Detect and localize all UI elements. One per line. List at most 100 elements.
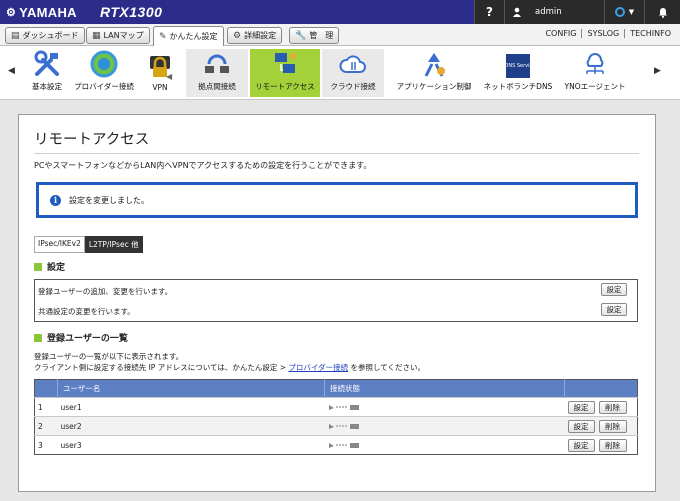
menu-provider-connection[interactable]: プロバイダー接続: [72, 49, 136, 97]
tab-label: かんたん設定: [169, 32, 218, 41]
settings-heading-text: 設定: [47, 263, 66, 273]
settings-row-users: 登録ユーザーの追加、変更を行います。: [38, 287, 173, 296]
users-heading-text: 登録ユーザーの一覧: [47, 334, 128, 344]
row-number: 3: [34, 435, 58, 455]
row-actions: 設定 削除: [564, 435, 638, 455]
help-button[interactable]: ?: [474, 0, 504, 24]
remote-access-icon: [275, 53, 296, 73]
row-number: 2: [34, 416, 58, 436]
menu-netvolante-dns[interactable]: DDNS Service ネットボランチDNS: [482, 49, 554, 97]
dashboard-icon: ▤: [11, 30, 20, 41]
subtab-l2tp-ipsec[interactable]: L2TP/IPsec 他: [84, 236, 143, 253]
config-link[interactable]: CONFIG: [540, 29, 581, 38]
users-desc-line-2: クライアント側に設定する接続先 IP アドレスについては、かんたん設定 > プロ…: [34, 362, 425, 373]
menu-label: クラウド接続: [330, 82, 376, 91]
chevron-down-icon: ▼: [628, 8, 635, 16]
gear-icon: ⚙: [233, 30, 242, 41]
common-settings-button[interactable]: 設定: [601, 303, 627, 316]
menu-label: 基本設定: [32, 82, 62, 91]
globe-icon: [90, 50, 118, 78]
tab-management[interactable]: 🔧 管 理: [289, 27, 340, 44]
disconnected-status-icon: [328, 441, 565, 449]
table-row: 3 user3 設定 削除: [34, 435, 638, 455]
table-header-row: ユーザー名 接続状態: [34, 379, 638, 398]
edit-user-button[interactable]: 設定: [567, 401, 595, 414]
users-heading: 登録ユーザーの一覧: [34, 331, 128, 344]
top-right-controls: ? admin ▼: [474, 0, 680, 24]
yamaha-forks-icon: ⚙: [6, 6, 17, 19]
tab-label: 詳細設定: [244, 31, 277, 40]
yno-agent-icon: [586, 53, 604, 74]
users-description: 登録ユーザーの一覧が以下に表示されます。 クライアント側に設定する接続先 IP …: [34, 351, 425, 373]
model-name: RTX1300: [100, 4, 163, 20]
settings-box: 登録ユーザーの追加、変更を行います。 設定 共通設定の変更を行います。 設定: [34, 279, 638, 322]
status-menu[interactable]: ▼: [604, 0, 644, 24]
disconnected-status-icon: [328, 422, 565, 430]
protocol-tabs: IPsec/IKEv2 L2TP/IPsec 他: [34, 236, 143, 253]
tab-advanced-settings[interactable]: ⚙ 詳細設定: [227, 27, 283, 44]
tab-lan-map[interactable]: ▦ LANマップ: [86, 27, 150, 44]
section-marker: [34, 333, 42, 342]
notice-text: 設定を変更しました。: [69, 195, 149, 205]
users-desc-line-1: 登録ユーザーの一覧が以下に表示されます。: [34, 352, 184, 361]
brand-name: YAMAHA: [19, 4, 77, 20]
page-description: PCやスマートフォンなどからLAN内へVPNでアクセスするための設定を行うことが…: [34, 161, 372, 170]
menu-label: リモートアクセス: [255, 82, 315, 91]
help-icon: ?: [486, 5, 493, 19]
menu-basic-settings[interactable]: 基本設定: [26, 49, 68, 97]
menu-remote-access[interactable]: リモートアクセス: [250, 49, 320, 97]
row-connection-status: [324, 416, 565, 436]
app-control-icon: [424, 53, 445, 77]
page-title: リモートアクセス: [34, 132, 150, 148]
row-actions: 設定 削除: [564, 416, 638, 436]
menu-application-control[interactable]: アプリケーション制御: [394, 49, 474, 97]
ddns-icon: DDNS Service: [501, 54, 535, 78]
feature-icon-bar: ◀ 基本設定 プロバイダー接続 VPN ◀ 拠点間接続 リモートアクセス クラウ…: [0, 46, 680, 100]
column-header-status: 接続状態: [324, 379, 565, 398]
provider-connection-link[interactable]: プロバイダー接続: [288, 363, 348, 372]
syslog-link[interactable]: SYSLOG: [581, 29, 624, 38]
edit-user-button[interactable]: 設定: [567, 439, 595, 452]
table-row: 1 user1 設定 削除: [34, 397, 638, 417]
menu-yno-agent[interactable]: YNOエージェント: [562, 49, 628, 97]
menu-label: ネットボランチDNS: [483, 82, 553, 91]
row-username: user1: [57, 397, 325, 417]
row-connection-status: [324, 397, 565, 417]
menu-cloud-connection[interactable]: クラウド接続: [322, 49, 384, 97]
user-menu[interactable]: admin: [504, 0, 604, 24]
user-settings-button[interactable]: 設定: [601, 283, 627, 296]
tab-easy-setup[interactable]: ✎ かんたん設定: [153, 26, 224, 46]
column-header-actions: [564, 379, 638, 398]
column-header-number: [34, 379, 58, 398]
collapse-arrow-icon: ◀: [166, 72, 173, 81]
menu-label: 拠点間接続: [198, 82, 236, 91]
row-username: user2: [57, 416, 325, 436]
subtab-ipsec-ikev2[interactable]: IPsec/IKEv2: [34, 236, 85, 253]
bell-icon: [658, 7, 667, 18]
row-connection-status: [324, 435, 565, 455]
info-icon: i: [50, 194, 61, 206]
delete-user-button[interactable]: 削除: [598, 439, 627, 452]
wrench-icon: 🔧: [295, 30, 307, 41]
menu-site-to-site[interactable]: 拠点間接続: [186, 49, 248, 97]
main-panel: リモートアクセス PCやスマートフォンなどからLAN内へVPNでアクセスするため…: [18, 114, 656, 492]
techinfo-link[interactable]: TECHINFO: [624, 29, 676, 38]
delete-user-button[interactable]: 削除: [598, 420, 627, 433]
scroll-right-icon[interactable]: ▶: [654, 66, 661, 76]
section-marker: [34, 262, 42, 271]
username: admin: [535, 7, 562, 17]
menu-vpn[interactable]: VPN: [140, 49, 180, 97]
users-desc-text: クライアント側に設定する接続先 IP アドレスについては、かんたん設定 >: [34, 363, 289, 372]
menu-label: アプリケーション制御: [396, 82, 472, 91]
delete-user-button[interactable]: 削除: [598, 401, 627, 414]
top-bar: ⚙ YAMAHA RTX1300 ? admin ▼: [0, 0, 680, 24]
edit-user-button[interactable]: 設定: [567, 420, 595, 433]
user-icon: [513, 7, 521, 17]
scroll-left-icon[interactable]: ◀: [8, 66, 15, 76]
notification-button[interactable]: [644, 0, 680, 24]
notice-box: i 設定を変更しました。: [36, 182, 638, 218]
users-table: ユーザー名 接続状態 1 user1 設定 削除 2 user2 設定 削除 3…: [34, 379, 638, 455]
tab-dashboard[interactable]: ▤ ダッシュボード: [5, 27, 85, 44]
main-tab-bar: ▤ ダッシュボード ▦ LANマップ ✎ かんたん設定 ⚙ 詳細設定 🔧 管 理…: [0, 24, 680, 46]
table-row: 2 user2 設定 削除: [34, 416, 638, 436]
